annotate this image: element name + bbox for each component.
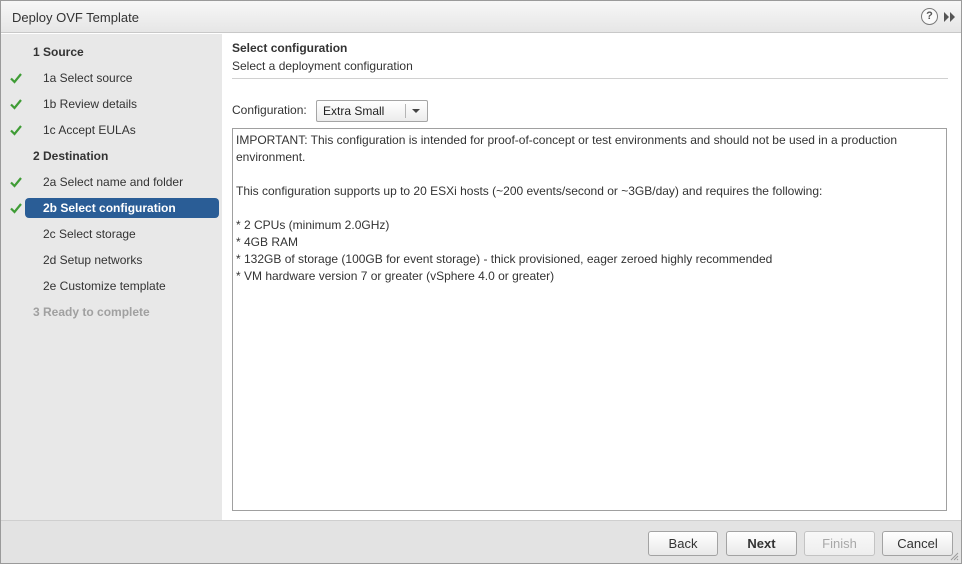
configuration-description[interactable]: IMPORTANT: This configuration is intende… bbox=[232, 128, 947, 511]
dialog-title: Deploy OVF Template bbox=[12, 10, 139, 25]
expand-icon[interactable] bbox=[943, 10, 957, 24]
description-blank-line bbox=[236, 166, 943, 183]
description-line: This configuration supports up to 20 ESX… bbox=[236, 184, 823, 198]
nav-item-customize-template[interactable]: 2e Customize template bbox=[1, 276, 222, 296]
description-line: * 132GB of storage (100GB for event stor… bbox=[236, 252, 773, 266]
check-icon bbox=[9, 97, 23, 111]
nav-section-ready-to-complete: 3 Ready to complete bbox=[1, 302, 222, 322]
next-button[interactable]: Next bbox=[726, 531, 797, 556]
description-line: * VM hardware version 7 or greater (vSph… bbox=[236, 269, 555, 283]
nav-item-label: 2c Select storage bbox=[43, 227, 136, 241]
description-line: * 2 CPUs (minimum 2.0GHz) bbox=[236, 218, 390, 232]
content-pane: Select configuration Select a deployment… bbox=[222, 34, 961, 520]
page-subtitle: Select a deployment configuration bbox=[232, 59, 413, 73]
nav-item-label: 1 Source bbox=[33, 45, 84, 59]
nav-item-review-details[interactable]: 1b Review details bbox=[1, 94, 222, 114]
description-line: * 4GB RAM bbox=[236, 235, 299, 249]
nav-item-label: 2 Destination bbox=[33, 149, 109, 163]
cancel-button[interactable]: Cancel bbox=[882, 531, 953, 556]
nav-item-select-source[interactable]: 1a Select source bbox=[1, 68, 222, 88]
nav-section-destination: 2 Destination bbox=[1, 146, 222, 166]
nav-item-label: 1c Accept EULAs bbox=[43, 123, 136, 137]
deploy-ovf-dialog: Deploy OVF Template ? 1 Source 1a Select… bbox=[0, 0, 962, 564]
title-bar[interactable]: Deploy OVF Template ? bbox=[1, 1, 961, 33]
nav-item-label: 2e Customize template bbox=[43, 279, 166, 293]
description-line: IMPORTANT: This configuration is intende… bbox=[236, 133, 898, 164]
help-icon[interactable]: ? bbox=[921, 8, 938, 25]
nav-item-label: 2d Setup networks bbox=[43, 253, 143, 267]
button-bar: Back Next Finish Cancel bbox=[1, 520, 961, 563]
nav-item-label: 3 Ready to complete bbox=[33, 305, 150, 319]
check-icon bbox=[9, 201, 23, 215]
finish-button: Finish bbox=[804, 531, 875, 556]
description-blank-line bbox=[236, 200, 943, 217]
nav-item-select-storage[interactable]: 2c Select storage bbox=[1, 224, 222, 244]
nav-item-select-configuration[interactable]: 2b Select configuration bbox=[1, 198, 222, 218]
check-icon bbox=[9, 175, 23, 189]
configuration-label: Configuration: bbox=[232, 103, 307, 117]
back-button[interactable]: Back bbox=[648, 531, 718, 556]
chevron-down-icon[interactable] bbox=[412, 109, 420, 113]
nav-item-select-name-folder[interactable]: 2a Select name and folder bbox=[1, 172, 222, 192]
nav-item-label: 1a Select source bbox=[43, 71, 133, 85]
configuration-dropdown[interactable]: Extra Small bbox=[316, 100, 428, 122]
nav-item-setup-networks[interactable]: 2d Setup networks bbox=[1, 250, 222, 270]
nav-section-source: 1 Source bbox=[1, 42, 222, 62]
configuration-selected-value: Extra Small bbox=[323, 104, 385, 118]
resize-grip-icon[interactable] bbox=[949, 550, 959, 561]
check-icon bbox=[9, 71, 23, 85]
nav-item-label: 1b Review details bbox=[43, 97, 138, 111]
check-icon bbox=[9, 123, 23, 137]
nav-item-label: 2a Select name and folder bbox=[43, 175, 184, 189]
page-title: Select configuration bbox=[232, 41, 348, 55]
nav-item-label: 2b Select configuration bbox=[43, 201, 176, 215]
wizard-steps-nav: 1 Source 1a Select source 1b Review deta… bbox=[1, 34, 222, 520]
dropdown-separator bbox=[405, 104, 406, 118]
divider bbox=[232, 78, 948, 79]
nav-item-accept-eulas[interactable]: 1c Accept EULAs bbox=[1, 120, 222, 140]
